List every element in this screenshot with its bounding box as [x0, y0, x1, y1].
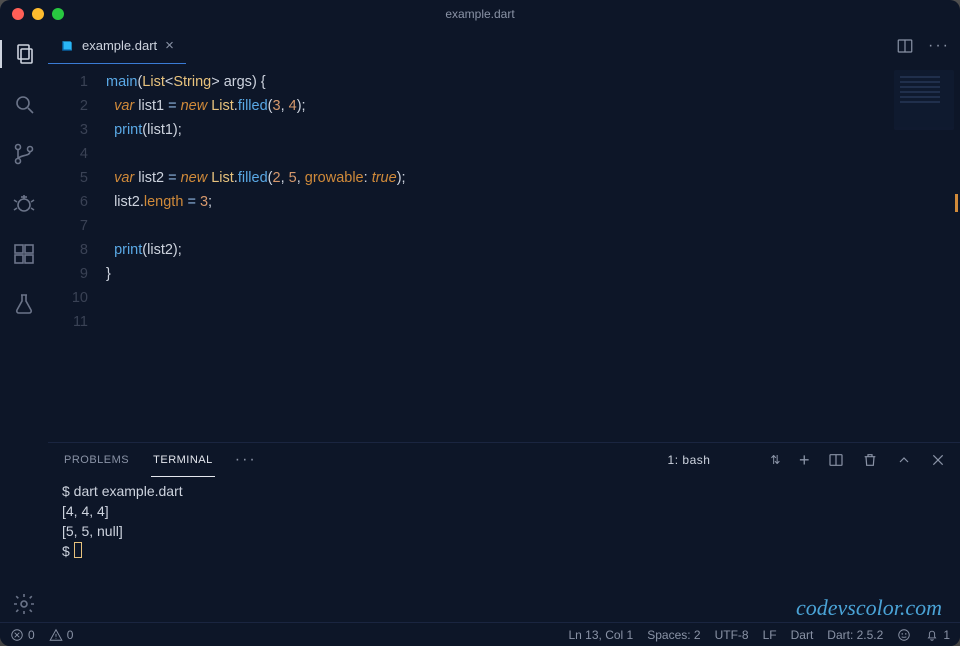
- terminal-output[interactable]: $ dart example.dart[4, 4, 4][5, 5, null]…: [48, 477, 960, 622]
- activity-explorer[interactable]: [0, 36, 48, 72]
- more-actions-icon[interactable]: ···: [928, 37, 950, 55]
- status-indent[interactable]: Spaces: 2: [647, 628, 700, 642]
- status-warnings[interactable]: 0: [49, 628, 74, 642]
- status-cursor-pos[interactable]: Ln 13, Col 1: [569, 628, 634, 642]
- terminal-selector[interactable]: 1: bash ⇅: [668, 453, 781, 467]
- branch-icon: [12, 142, 36, 166]
- tab-close-icon[interactable]: ×: [165, 37, 174, 54]
- close-window-button[interactable]: [12, 8, 24, 20]
- chevron-updown-icon: ⇅: [770, 453, 781, 467]
- traffic-lights: [12, 8, 64, 20]
- split-editor-icon[interactable]: [896, 37, 914, 55]
- smiley-icon: [897, 628, 911, 642]
- search-icon: [12, 92, 36, 116]
- window-title: example.dart: [0, 7, 960, 21]
- activity-search[interactable]: [0, 86, 48, 122]
- overview-ruler-mark: [955, 194, 958, 212]
- error-icon: [10, 628, 24, 642]
- watermark: codevscolor.com: [796, 598, 942, 618]
- extensions-icon: [12, 242, 36, 266]
- maximize-window-button[interactable]: [52, 8, 64, 20]
- panel-tab-terminal[interactable]: TERMINAL: [151, 443, 215, 477]
- editor-actions: ···: [896, 37, 950, 55]
- trash-icon[interactable]: [862, 452, 878, 468]
- activity-extensions[interactable]: [0, 236, 48, 272]
- files-icon: [12, 42, 36, 66]
- warning-icon: [49, 628, 63, 642]
- status-language[interactable]: Dart: [791, 628, 814, 642]
- activity-source-control[interactable]: [0, 136, 48, 172]
- terminal-selector-label: 1: bash: [668, 453, 711, 467]
- status-eol[interactable]: LF: [763, 628, 777, 642]
- close-panel-icon[interactable]: [930, 452, 946, 468]
- dart-file-icon: [60, 39, 74, 53]
- beaker-icon: [12, 292, 36, 316]
- gear-icon: [12, 592, 36, 616]
- code-area[interactable]: main(List<String> args) { var list1 = ne…: [106, 64, 960, 442]
- status-errors[interactable]: 0: [10, 628, 35, 642]
- titlebar: example.dart: [0, 0, 960, 28]
- activity-settings[interactable]: [0, 586, 48, 622]
- activity-experiments[interactable]: [0, 286, 48, 322]
- bottom-panel: PROBLEMS TERMINAL ··· 1: bash ⇅ +: [48, 442, 960, 622]
- minimize-window-button[interactable]: [32, 8, 44, 20]
- panel-tabs: PROBLEMS TERMINAL ··· 1: bash ⇅ +: [48, 443, 960, 477]
- line-number-gutter: 1234567891011: [48, 64, 106, 442]
- editor-tabs: example.dart × ···: [48, 28, 960, 64]
- tab-label: example.dart: [82, 38, 157, 53]
- status-notifications[interactable]: 1: [925, 628, 950, 642]
- activity-debug[interactable]: [0, 186, 48, 222]
- status-encoding[interactable]: UTF-8: [715, 628, 749, 642]
- status-feedback[interactable]: [897, 628, 911, 642]
- vscode-window: example.dart: [0, 0, 960, 646]
- bell-icon: [925, 628, 939, 642]
- activity-bar: [0, 28, 48, 622]
- minimap[interactable]: [894, 70, 954, 130]
- panel-tab-problems[interactable]: PROBLEMS: [62, 443, 131, 477]
- editor[interactable]: 1234567891011 main(List<String> args) { …: [48, 64, 960, 442]
- status-sdk[interactable]: Dart: 2.5.2: [827, 628, 883, 642]
- split-terminal-icon[interactable]: [828, 452, 844, 468]
- status-bar: 0 0 Ln 13, Col 1 Spaces: 2 UTF-8 LF Dart…: [0, 622, 960, 646]
- tab-example-dart[interactable]: example.dart ×: [48, 28, 186, 64]
- chevron-up-icon[interactable]: [896, 452, 912, 468]
- panel-more-icon[interactable]: ···: [235, 451, 257, 469]
- bug-icon: [12, 192, 36, 216]
- new-terminal-icon[interactable]: +: [799, 451, 810, 469]
